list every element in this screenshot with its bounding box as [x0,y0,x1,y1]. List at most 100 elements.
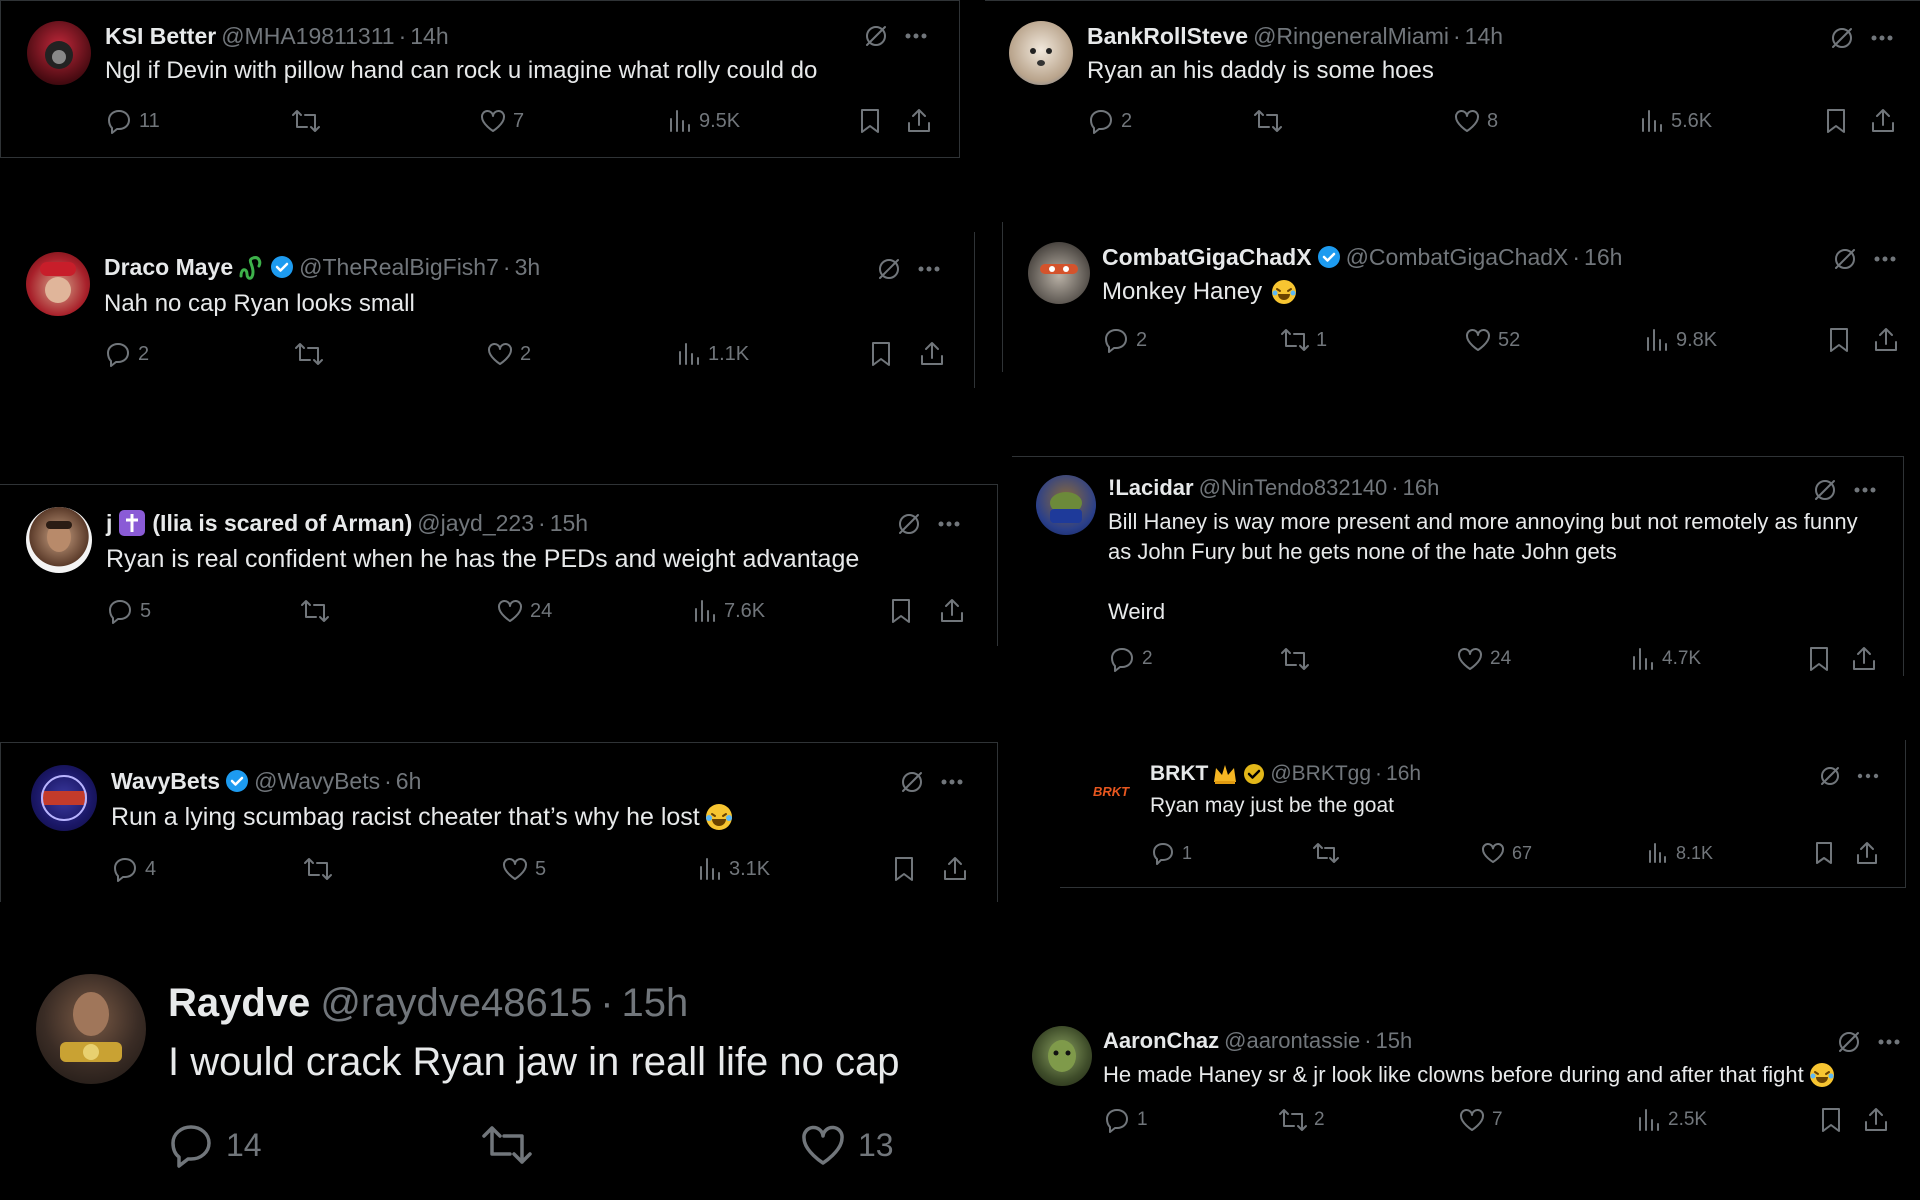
views-button[interactable]: 4.7K [1630,645,1701,673]
user-handle[interactable]: @MHA19811311 [221,23,394,50]
share-button[interactable] [918,340,946,368]
retweet-button[interactable]: 2 [1278,1106,1325,1134]
timestamp[interactable]: 15h [622,981,689,1026]
share-button[interactable] [1854,840,1880,866]
share-button[interactable] [1869,107,1897,135]
like-button[interactable]: 7 [479,107,524,135]
views-button[interactable]: 9.8K [1644,326,1717,354]
grok-icon[interactable] [1812,477,1838,503]
avatar[interactable] [36,974,146,1084]
bookmark-button[interactable] [888,597,914,625]
more-icon[interactable] [936,511,962,537]
share-button[interactable] [1850,645,1878,673]
like-button[interactable]: 67 [1480,840,1532,866]
avatar[interactable] [26,252,90,316]
share-button[interactable] [938,597,966,625]
display-name[interactable]: KSI Better [105,23,216,50]
avatar[interactable]: BRKT [1080,760,1142,822]
user-handle[interactable]: @WavyBets [254,768,380,795]
more-icon[interactable] [939,769,965,795]
user-handle[interactable]: @RingeneralMiami [1253,23,1449,50]
reply-button[interactable]: 2 [1108,645,1153,673]
tweet-lacidar[interactable]: !Lacidar @NinTendo832140 · 16h Bill Hane… [1012,456,1904,676]
user-handle[interactable]: @CombatGigaChadX [1346,244,1569,271]
reply-button[interactable]: 1 [1103,1106,1148,1134]
grok-icon[interactable] [1832,246,1858,272]
timestamp[interactable]: 3h [515,254,541,281]
share-button[interactable] [1872,326,1900,354]
avatar[interactable] [1009,21,1073,85]
retweet-button[interactable] [1253,107,1283,135]
retweet-button[interactable] [291,107,321,135]
tweet-wavybets[interactable]: WavyBets @WavyBets · 6h Run a lying scum… [0,742,998,902]
views-button[interactable]: 9.5K [667,107,740,135]
tweet-jayd[interactable]: j (Ilia is scared of Arman) @jayd_223 · … [0,484,998,646]
timestamp[interactable]: 14h [1465,23,1503,50]
grok-icon[interactable] [899,769,925,795]
like-button[interactable]: 5 [501,855,546,883]
avatar[interactable] [27,21,91,85]
bookmark-button[interactable] [1818,1106,1844,1134]
bookmark-button[interactable] [1806,645,1832,673]
avatar[interactable] [1032,1026,1092,1086]
retweet-button[interactable] [294,340,324,368]
like-button[interactable]: 13 [800,1122,894,1168]
bookmark-button[interactable] [868,340,894,368]
timestamp[interactable]: 16h [1403,475,1440,501]
user-handle[interactable]: @TheRealBigFish7 [299,254,499,281]
reply-button[interactable]: 1 [1150,840,1192,866]
tweet-combatgigachadx[interactable]: CombatGigaChadX @CombatGigaChadX · 16h M… [1002,222,1920,372]
like-button[interactable]: 24 [496,597,552,625]
bookmark-button[interactable] [1823,107,1849,135]
grok-icon[interactable] [896,511,922,537]
reply-button[interactable]: 5 [106,597,151,625]
display-name[interactable]: j [106,510,112,537]
display-name[interactable]: Raydve [168,981,310,1026]
share-button[interactable] [905,107,933,135]
tweet-raydve[interactable]: Raydve @raydve48615 · 15h I would crack … [0,952,990,1200]
grok-icon[interactable] [1836,1029,1862,1055]
user-handle[interactable]: @aarontassie [1224,1028,1360,1054]
display-name[interactable]: CombatGigaChadX [1102,244,1312,271]
reply-button[interactable]: 2 [1087,107,1132,135]
user-handle[interactable]: @jayd_223 [417,510,534,537]
share-button[interactable] [1862,1106,1890,1134]
display-name[interactable]: WavyBets [111,768,220,795]
timestamp[interactable]: 6h [396,768,422,795]
like-button[interactable]: 52 [1464,326,1520,354]
retweet-button[interactable] [1280,645,1310,673]
retweet-button[interactable] [1312,840,1340,866]
bookmark-button[interactable] [1812,840,1836,866]
timestamp[interactable]: 16h [1386,762,1421,786]
reply-button[interactable]: 2 [1102,326,1147,354]
like-button[interactable]: 7 [1458,1106,1503,1134]
bookmark-button[interactable] [891,855,917,883]
views-button[interactable]: 5.6K [1639,107,1712,135]
timestamp[interactable]: 14h [410,23,448,50]
display-name[interactable]: BankRollSteve [1087,23,1248,50]
display-name[interactable]: Draco Maye [104,254,233,281]
display-name[interactable]: !Lacidar [1108,475,1194,501]
reply-button[interactable]: 11 [105,107,160,135]
display-name[interactable]: AaronChaz [1103,1028,1219,1054]
retweet-button[interactable]: 1 [1280,326,1327,354]
user-handle[interactable]: @NinTendo832140 [1199,475,1388,501]
more-icon[interactable] [916,256,942,282]
views-button[interactable]: 7.6K [692,597,765,625]
views-button[interactable]: 1.1K [676,340,749,368]
like-button[interactable]: 2 [486,340,531,368]
like-button[interactable]: 8 [1453,107,1498,135]
more-icon[interactable] [1876,1029,1902,1055]
retweet-button[interactable] [300,597,330,625]
more-icon[interactable] [1869,25,1895,51]
retweet-button[interactable] [303,855,333,883]
avatar[interactable] [31,765,97,831]
tweet-bankrollsteve[interactable]: BankRollSteve @RingeneralMiami · 14h Rya… [985,0,1920,152]
timestamp[interactable]: 15h [550,510,588,537]
grok-icon[interactable] [863,23,889,49]
reply-button[interactable]: 14 [168,1122,262,1168]
more-icon[interactable] [1872,246,1898,272]
more-icon[interactable] [1856,764,1880,788]
avatar[interactable] [1036,475,1096,535]
reply-button[interactable]: 2 [104,340,149,368]
